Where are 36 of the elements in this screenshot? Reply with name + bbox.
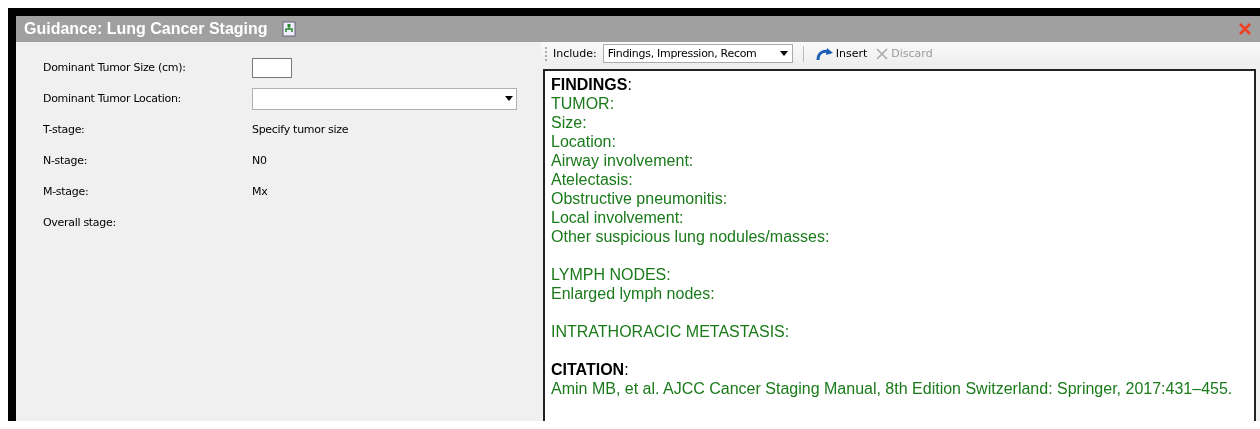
report-line: Amin MB, et al. AJCC Cancer Staging Manual, 8th Edition Switzerland: Springer, 2017:431–455. xyxy=(551,379,1234,398)
report-line: Enlarged lymph nodes: xyxy=(551,284,716,303)
dropdown-caret-icon xyxy=(505,96,513,101)
insert-button[interactable]: Insert xyxy=(813,46,870,61)
section-heading: CITATION: xyxy=(551,360,630,379)
window-title: Guidance: Lung Cancer Staging xyxy=(24,20,268,38)
document-icon xyxy=(281,21,296,37)
field-value: Specify tumor size xyxy=(252,123,350,136)
include-dropdown[interactable]: Findings, Impression, Recom xyxy=(602,44,793,63)
section-heading: FINDINGS: xyxy=(551,75,633,94)
dropdown-caret-icon xyxy=(779,51,788,56)
report-line: Local involvement: xyxy=(551,208,685,227)
curved-arrow-icon xyxy=(815,46,834,61)
toolbar-grip xyxy=(545,46,549,61)
report-line: Location: xyxy=(551,132,617,151)
report-line: Size: xyxy=(551,113,588,132)
location-dropdown[interactable] xyxy=(252,87,517,110)
field-value: N0 xyxy=(252,154,268,167)
x-icon xyxy=(875,46,890,61)
report-line: Obstructive pneumonitis: xyxy=(551,189,729,208)
size-input-field[interactable] xyxy=(252,57,292,78)
report-line: TUMOR: xyxy=(551,94,616,113)
report-line: Other suspicious lung nodules/masses: xyxy=(551,227,831,246)
field-value: Mx xyxy=(252,185,269,198)
field-label: Dominant Tumor Size (cm): xyxy=(43,61,187,74)
field-label: N-stage: xyxy=(43,154,89,167)
include-label: Include: xyxy=(553,47,597,60)
field-label: M-stage: xyxy=(43,185,90,198)
report-text-area[interactable] xyxy=(543,69,1256,421)
field-label: Overall stage: xyxy=(43,216,117,229)
field-label: T-stage: xyxy=(43,123,86,136)
report-line: Airway involvement: xyxy=(551,151,695,170)
report-line: LYMPH NODES: xyxy=(551,265,672,284)
report-line: INTRATHORACIC METASTASIS: xyxy=(551,322,791,341)
field-label: Dominant Tumor Location: xyxy=(43,92,182,105)
report-line: Atelectasis: xyxy=(551,170,634,189)
